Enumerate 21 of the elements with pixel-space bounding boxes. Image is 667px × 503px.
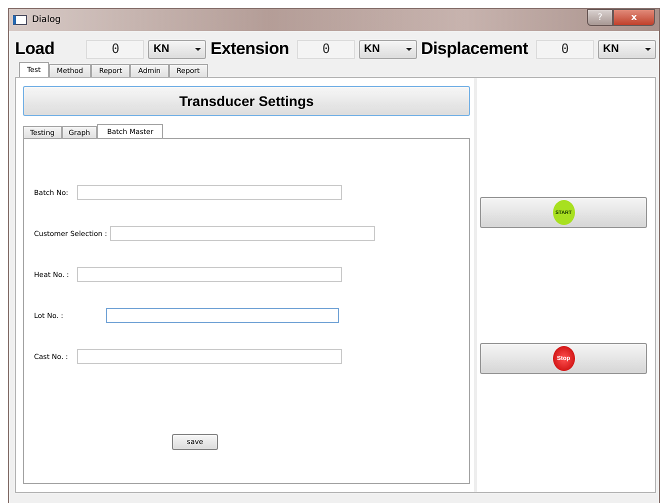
readout-label: Extension bbox=[210, 39, 289, 59]
dropdown-arrow-icon bbox=[406, 48, 412, 50]
readout-display: 0 bbox=[297, 40, 356, 58]
transducer-settings-button[interactable]: Transducer Settings bbox=[23, 86, 470, 116]
unit-dropdown[interactable]: KN bbox=[598, 40, 656, 58]
input-field[interactable] bbox=[110, 226, 376, 241]
window-title: Dialog bbox=[32, 15, 61, 25]
readout-display: 0 bbox=[536, 40, 594, 58]
input-field[interactable] bbox=[77, 267, 342, 282]
input-field[interactable] bbox=[106, 308, 339, 323]
readout-display: 0 bbox=[86, 40, 144, 58]
input-field[interactable] bbox=[77, 349, 342, 364]
readout-label: Load bbox=[15, 39, 54, 59]
dropdown-arrow-icon bbox=[195, 48, 202, 50]
dropdown-arrow-icon bbox=[645, 48, 652, 50]
close-button[interactable]: x bbox=[613, 9, 655, 26]
unit-dropdown[interactable]: KN bbox=[359, 40, 418, 58]
input-field[interactable] bbox=[77, 185, 342, 200]
window-icon bbox=[13, 15, 27, 25]
unit-dropdown[interactable]: KN bbox=[148, 40, 206, 58]
readout-label: Displacement bbox=[421, 39, 528, 59]
